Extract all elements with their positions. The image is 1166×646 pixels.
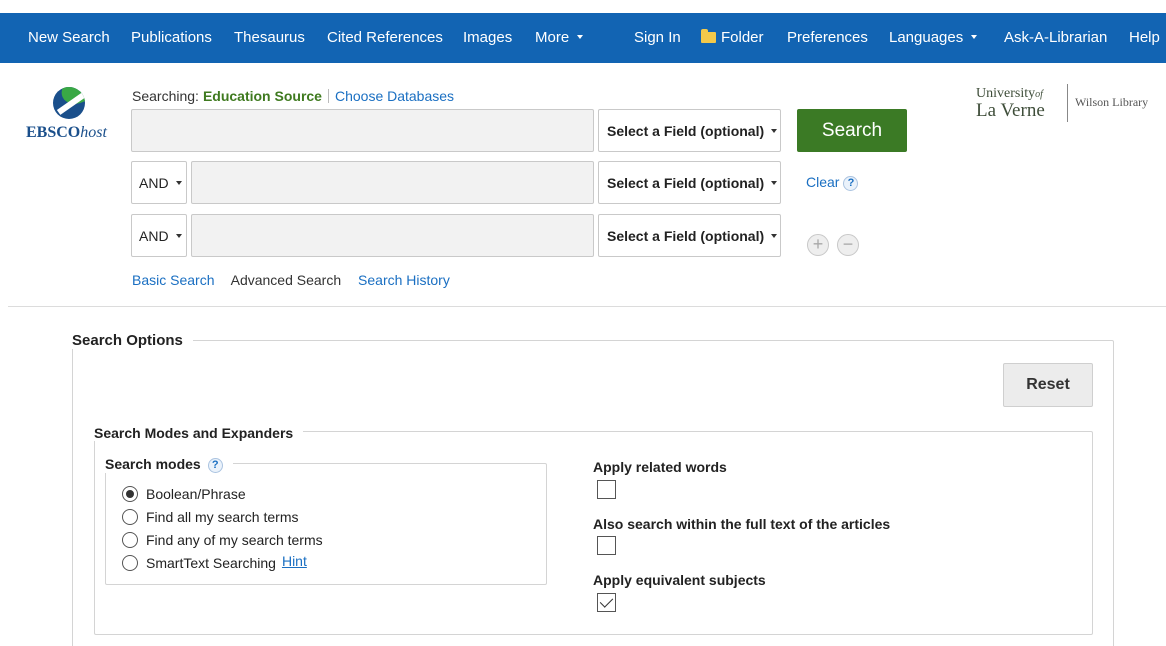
field-select-2[interactable]: Select a Field (optional): [598, 161, 781, 204]
mode-find-any[interactable]: Find any of my search terms: [122, 530, 323, 550]
caret-down-icon: [771, 129, 778, 134]
ebsco-swirl-icon: [53, 87, 85, 119]
field-select-3[interactable]: Select a Field (optional): [598, 214, 781, 257]
radio-icon[interactable]: [122, 532, 138, 548]
clear-control: Clear?: [806, 174, 859, 191]
nav-languages-label: Languages: [889, 29, 964, 46]
caret-down-icon: [175, 234, 182, 239]
reset-button[interactable]: Reset: [1003, 363, 1093, 407]
searching-databases: Searching: Education Source Choose Databas…: [132, 88, 454, 104]
university-la-verne-logo[interactable]: Universityof La Verne Wilson Library: [976, 84, 1162, 126]
caret-down-icon: [771, 181, 778, 186]
operator-label: AND: [139, 175, 169, 191]
help-icon[interactable]: ?: [207, 458, 223, 473]
nav-folder[interactable]: Folder: [701, 13, 764, 63]
nav-thesaurus[interactable]: Thesaurus: [234, 13, 305, 63]
nav-ask-a-librarian[interactable]: Ask-A-Librarian: [1004, 13, 1107, 63]
search-modes-expanders-title: Search Modes and Expanders: [94, 425, 304, 441]
logo-divider: [1067, 84, 1068, 122]
radio-selected-icon[interactable]: [122, 486, 138, 502]
nav-help[interactable]: Help: [1129, 13, 1160, 63]
university-wordmark-line2: La Verne: [976, 100, 1045, 121]
field-select-label: Select a Field (optional): [607, 228, 765, 244]
search-input-1[interactable]: [131, 109, 594, 152]
nav-more-menu[interactable]: More: [535, 13, 584, 63]
full-text-search-label: Also search within the full text of the …: [593, 516, 891, 532]
field-select-label: Select a Field (optional): [607, 175, 765, 191]
nav-cited-references[interactable]: Cited References: [327, 13, 443, 63]
clear-link[interactable]: Clear: [806, 174, 839, 190]
mode-label: Boolean/Phrase: [146, 486, 246, 502]
boolean-operator-select-2[interactable]: AND: [131, 161, 187, 204]
mode-label: SmartText Searching: [146, 555, 276, 571]
caret-down-icon: [577, 35, 584, 40]
nav-new-search[interactable]: New Search: [28, 13, 110, 63]
search-input-2[interactable]: [191, 161, 594, 204]
mode-label: Find any of my search terms: [146, 532, 323, 548]
operator-label: AND: [139, 228, 169, 244]
search-type-links: Basic Search Advanced Search Search Hist…: [132, 272, 463, 288]
equivalent-subjects-label: Apply equivalent subjects: [593, 572, 766, 588]
nav-more-label: More: [535, 29, 570, 46]
mode-label: Find all my search terms: [146, 509, 299, 525]
mode-boolean-phrase[interactable]: Boolean/Phrase: [122, 484, 246, 504]
boolean-operator-select-3[interactable]: AND: [131, 214, 187, 257]
section-divider: [8, 306, 1166, 307]
search-history-link[interactable]: Search History: [358, 272, 450, 288]
add-row-plus-icon[interactable]: +: [807, 234, 829, 256]
caret-down-icon: [771, 234, 778, 239]
search-options-title: Search Options: [72, 332, 193, 349]
nav-publications[interactable]: Publications: [131, 13, 212, 63]
radio-icon[interactable]: [122, 509, 138, 525]
help-icon[interactable]: ?: [843, 176, 859, 191]
searching-label: Searching:: [132, 88, 199, 104]
nav-preferences[interactable]: Preferences: [787, 13, 868, 63]
choose-databases-link[interactable]: Choose Databases: [335, 88, 454, 104]
mode-find-all[interactable]: Find all my search terms: [122, 507, 298, 527]
wilson-library-label: Wilson Library: [1075, 95, 1149, 109]
ebsco-wordmark: EBSCOhost: [26, 124, 107, 141]
field-select-label: Select a Field (optional): [607, 123, 765, 139]
caret-down-icon: [175, 181, 182, 186]
mode-smarttext[interactable]: SmartText Searching Hint: [122, 553, 307, 573]
nav-sign-in[interactable]: Sign In: [634, 13, 681, 63]
top-nav-bar: New Search Publications Thesaurus Cited …: [0, 13, 1166, 63]
basic-search-link[interactable]: Basic Search: [132, 272, 214, 288]
remove-row-minus-icon[interactable]: −: [837, 234, 859, 256]
database-name: Education Source: [202, 88, 322, 104]
equivalent-subjects-checkbox[interactable]: [597, 593, 616, 612]
search-button[interactable]: Search: [797, 109, 907, 152]
nav-folder-label: Folder: [721, 29, 764, 46]
advanced-search-current: Advanced Search: [230, 272, 342, 288]
apply-related-words-label: Apply related words: [593, 459, 727, 475]
caret-down-icon: [971, 35, 978, 40]
ebscohost-logo[interactable]: EBSCOhost: [26, 84, 116, 144]
search-input-3[interactable]: [191, 214, 594, 257]
field-select-1[interactable]: Select a Field (optional): [598, 109, 781, 152]
apply-related-words-checkbox[interactable]: [597, 480, 616, 499]
hint-link[interactable]: Hint: [282, 553, 307, 569]
folder-icon: [701, 29, 716, 43]
full-text-search-checkbox[interactable]: [597, 536, 616, 555]
nav-languages-menu[interactable]: Languages: [889, 13, 978, 63]
search-modes-title: Search modes?: [105, 456, 233, 473]
nav-images[interactable]: Images: [463, 13, 512, 63]
radio-icon[interactable]: [122, 555, 138, 571]
divider: [327, 89, 329, 103]
